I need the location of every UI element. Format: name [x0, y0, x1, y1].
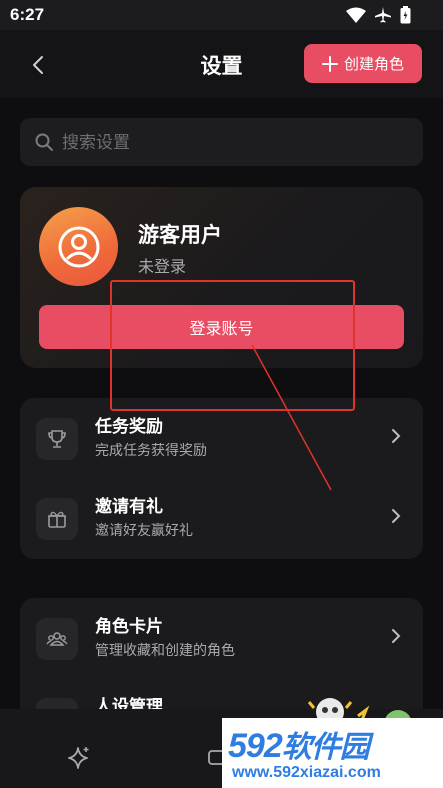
- watermark: 592软件园 www.592xiazai.com: [222, 718, 443, 788]
- battery-icon: [400, 6, 411, 24]
- user-icon: [58, 226, 99, 267]
- status-time: 6:27: [10, 5, 45, 24]
- watermark-brand-text: 软件园: [281, 731, 370, 764]
- gift-icon: [48, 511, 66, 528]
- avatar[interactable]: [39, 207, 118, 286]
- watermark-url: www.592xiazai.com: [232, 764, 381, 781]
- row-title: 任务奖励: [95, 417, 163, 437]
- create-character-button[interactable]: 创建角色: [304, 44, 422, 83]
- trophy-icon-box: [36, 418, 78, 460]
- profile-card: 游客用户 未登录 登录账号: [20, 187, 423, 368]
- status-bar: 6:27: [0, 0, 443, 30]
- header-bar: 设置 创建角色: [0, 30, 443, 98]
- login-button-label: 登录账号: [189, 319, 254, 338]
- search-bar: [20, 118, 423, 168]
- people-icon-box: [36, 618, 78, 660]
- watermark-number: 592: [228, 727, 283, 765]
- search-icon: [35, 133, 53, 151]
- wifi-icon: [346, 7, 366, 23]
- row-subtitle: 邀请好友赢好礼: [95, 523, 193, 539]
- plus-icon: [321, 55, 338, 72]
- search-input[interactable]: [60, 118, 414, 168]
- login-button[interactable]: 登录账号: [39, 305, 404, 349]
- row-title: 邀请有礼: [95, 497, 163, 517]
- rewards-card: 任务奖励 完成任务获得奖励 邀请有礼 邀请好友赢好礼: [20, 398, 423, 559]
- trophy-icon: [48, 430, 66, 448]
- chevron-right-icon: [392, 509, 401, 523]
- row-character-cards[interactable]: 角色卡片 管理收藏和创建的角色: [20, 598, 423, 678]
- gift-icon-box: [36, 498, 78, 540]
- row-title: 角色卡片: [95, 617, 163, 637]
- sparkle-icon[interactable]: [66, 745, 92, 771]
- row-invite-rewards[interactable]: 邀请有礼 邀请好友赢好礼: [20, 478, 423, 558]
- login-status: 未登录: [138, 257, 187, 276]
- status-icons: [346, 6, 411, 24]
- chevron-right-icon: [392, 429, 401, 443]
- people-icon: [46, 632, 68, 646]
- user-name: 游客用户: [138, 223, 222, 247]
- create-character-label: 创建角色: [343, 55, 404, 73]
- row-task-rewards[interactable]: 任务奖励 完成任务获得奖励: [20, 398, 423, 478]
- chevron-right-icon: [392, 629, 401, 643]
- airplane-icon: [375, 7, 391, 23]
- row-subtitle: 管理收藏和创建的角色: [95, 643, 235, 659]
- row-subtitle: 完成任务获得奖励: [95, 443, 207, 459]
- watermark-brand: 592软件园: [228, 722, 370, 766]
